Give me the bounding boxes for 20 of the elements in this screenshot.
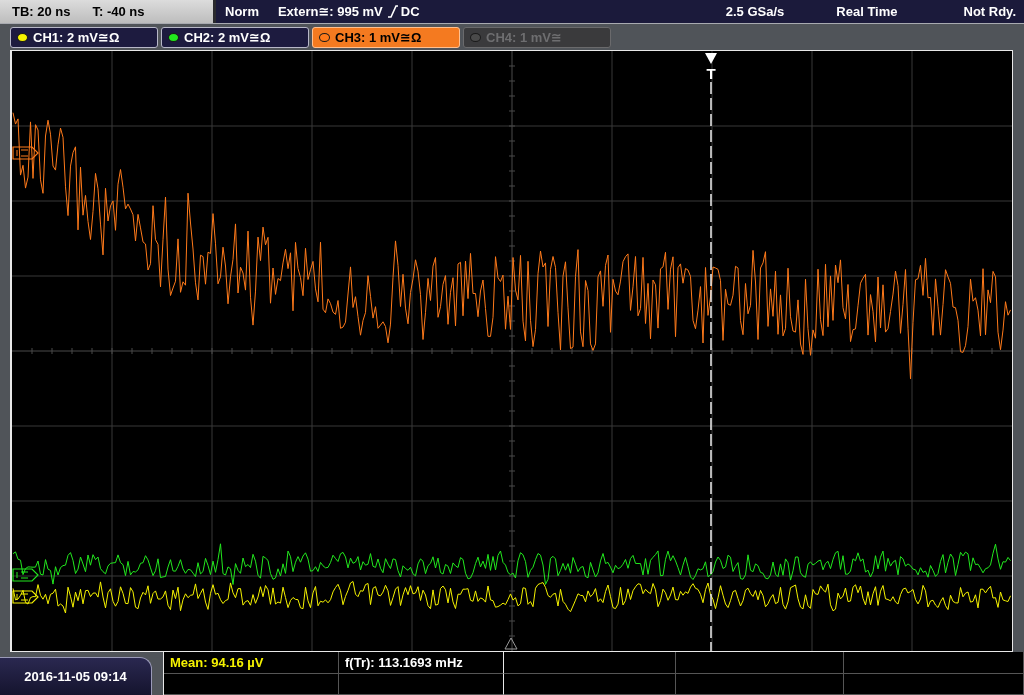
measurement-readout: f(Tr): 113.1693 mHz bbox=[345, 654, 463, 670]
date-time-display: 2016-11-05 09:14 bbox=[0, 657, 152, 695]
channel-offset-marker-icon[interactable] bbox=[12, 146, 39, 160]
trigger-source-label: Extern≅: 995 mV bbox=[277, 4, 383, 19]
channel-offset-marker-icon[interactable] bbox=[12, 568, 39, 582]
trigger-mode-label: Norm bbox=[225, 4, 259, 19]
acquisition-mode-label: Real Time bbox=[836, 4, 898, 19]
sample-rate-label: 2.5 GSa/s bbox=[725, 4, 785, 19]
channel-tab[interactable]: CH3: 1 mV≅Ω bbox=[312, 26, 460, 48]
channel-tab[interactable]: CH2: 2 mV≅Ω bbox=[161, 26, 309, 48]
run-status-label: Not Rdy. bbox=[963, 4, 1016, 19]
trigger-offset-label: T: -40 ns bbox=[92, 4, 145, 19]
trigger-marker-label: T bbox=[706, 65, 716, 82]
trigger-coupling-label: DC bbox=[400, 4, 420, 19]
trigger-marker-icon[interactable] bbox=[705, 53, 717, 64]
trigger-point-icon bbox=[504, 637, 518, 650]
measurement-readout: Mean: 94.16 µV bbox=[170, 654, 264, 670]
rising-edge-icon bbox=[386, 5, 399, 18]
channel-tab[interactable]: CH1: 2 mV≅Ω bbox=[10, 26, 158, 48]
timebase-label: TB: 20 ns bbox=[12, 4, 71, 19]
